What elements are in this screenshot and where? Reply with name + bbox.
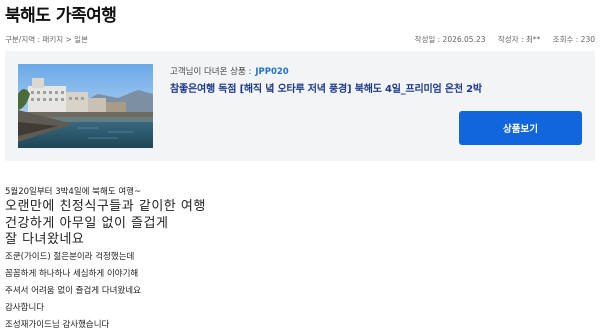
review-line: 주셔서 어려움 없이 즐겁게 다녀왔네요 bbox=[5, 285, 141, 296]
post-date: 작성일 : 2026.05.23 bbox=[414, 35, 486, 44]
post-info: 작성일 : 2026.05.23 작성자 : 최** 조회수 : 230 bbox=[405, 34, 595, 45]
review-line: 건강하게 아무일 없이 즐겁게 bbox=[5, 215, 169, 231]
review-line: 감사합니다 bbox=[5, 302, 45, 313]
view-product-button[interactable]: 상품보기 bbox=[459, 111, 582, 145]
review-line: 오랜만에 친정식구들과 같이한 여행 bbox=[5, 199, 206, 214]
post-meta: 구분/지역 : 패키지 > 일본 작성일 : 2026.05.23 작성자 : … bbox=[5, 34, 595, 46]
product-name-link[interactable]: 참좋은여행 독점 [해직 녘 오타루 저녁 풍경] 북해도 4일_프리미엄 온천… bbox=[170, 80, 482, 95]
review-line: 잘 다녀왔네요 bbox=[5, 232, 85, 247]
product-visited-label: 고객님이 다녀온 상품 : JPP020 bbox=[170, 65, 289, 77]
page-title: 북해도 가족여행 bbox=[5, 6, 117, 26]
review-body: 5월20일부터 3박4일에 북해도 여행~ 오랜만에 친정식구들과 같이한 여행… bbox=[5, 186, 425, 330]
post-author: 작성자 : 최** bbox=[497, 35, 541, 44]
product-code[interactable]: JPP020 bbox=[255, 67, 288, 77]
review-line: 5월20일부터 3박4일에 북해도 여행~ bbox=[5, 187, 142, 197]
review-line: 조쿤(가이드) 젊은분이라 걱정했는데 bbox=[5, 251, 135, 262]
review-line: 조성재가이드님 감사했습니다 bbox=[5, 319, 110, 330]
product-prefix: 고객님이 다녀온 상품 : bbox=[170, 67, 252, 77]
product-thumbnail[interactable] bbox=[18, 64, 153, 148]
post-views: 조회수 : 230 bbox=[552, 35, 595, 44]
review-line: 꼼꼼하게 하나하나 세심하게 이야기해 bbox=[5, 268, 139, 279]
product-card: 고객님이 다녀온 상품 : JPP020 참좋은여행 독점 [해직 녘 오타루 저… bbox=[5, 51, 595, 161]
breadcrumb: 구분/지역 : 패키지 > 일본 bbox=[5, 35, 88, 44]
